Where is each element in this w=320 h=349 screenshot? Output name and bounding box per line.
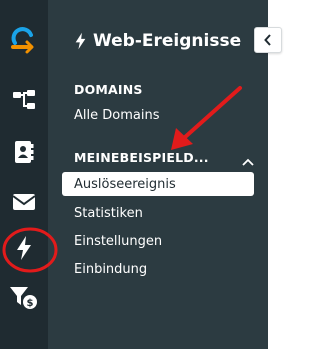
rail-item-contacts[interactable]: [0, 128, 48, 176]
envelope-icon: [12, 194, 36, 210]
nav-link-trigger-event-label: Auslöseereignis: [74, 176, 176, 192]
nav-link-trigger-event[interactable]: Auslöseereignis: [62, 172, 254, 196]
rail-item-workflows[interactable]: [0, 76, 48, 124]
section-heading-domain[interactable]: MEINEBEISPIELD...: [74, 150, 209, 165]
panel-title: Web-Ereignisse: [74, 31, 241, 51]
brand-logo[interactable]: [0, 16, 48, 64]
lightning-bolt-icon: [75, 32, 86, 50]
nav-link-integration[interactable]: Einbindung: [74, 262, 147, 277]
brand-logo-icon: [11, 27, 34, 54]
contacts-icon: [15, 141, 34, 163]
rail-item-funnels[interactable]: $: [0, 274, 48, 322]
svg-text:$: $: [27, 298, 34, 309]
rail-item-email[interactable]: [0, 178, 48, 226]
chevron-left-icon: [264, 34, 271, 46]
web-events-panel: Web-Ereignisse DOMAINS Alle Domains MEIN…: [48, 0, 268, 349]
nav-link-statistics[interactable]: Statistiken: [74, 206, 143, 221]
lightning-bolt-icon: [17, 236, 31, 260]
funnel-dollar-icon: $: [10, 287, 37, 309]
panel-title-text: Web-Ereignisse: [93, 31, 242, 51]
nav-link-all-domains[interactable]: Alle Domains: [74, 108, 159, 123]
section-collapse-toggle[interactable]: [242, 151, 254, 170]
collapse-panel-button[interactable]: [254, 27, 282, 53]
nav-link-settings[interactable]: Einstellungen: [74, 234, 162, 249]
icon-rail: $: [0, 0, 48, 349]
section-heading-domains: DOMAINS: [74, 82, 143, 97]
workflow-icon: [13, 90, 35, 109]
chevron-up-icon: [242, 158, 254, 166]
rail-item-web-events[interactable]: [0, 224, 48, 272]
